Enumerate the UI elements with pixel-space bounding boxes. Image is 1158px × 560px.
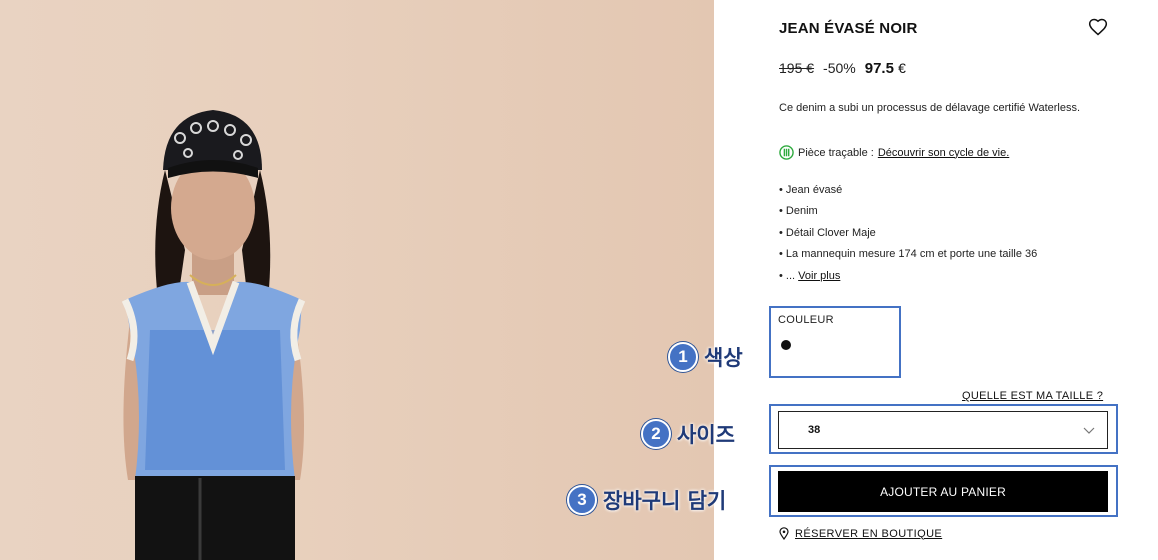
chevron-down-icon bbox=[1083, 427, 1095, 434]
location-pin-icon bbox=[779, 527, 789, 540]
annotation-text: 사이즈 bbox=[677, 423, 735, 447]
annotation-number: 3 bbox=[567, 485, 597, 515]
sale-price-value: 97.5 bbox=[864, 60, 894, 77]
old-price: 195 € bbox=[779, 60, 815, 76]
annotation-cart: 3 장바구니 담기 bbox=[567, 485, 726, 515]
list-item: Détail Clover Maje bbox=[779, 223, 1037, 244]
size-selected-value: 38 bbox=[808, 424, 821, 436]
traceable-label: Pièce traçable : bbox=[798, 146, 874, 159]
more-ellipsis: ... bbox=[785, 269, 796, 282]
heart-icon[interactable] bbox=[1088, 17, 1108, 37]
annotation-number: 1 bbox=[668, 342, 698, 372]
annotation-number: 2 bbox=[641, 419, 671, 449]
leaf-icon bbox=[779, 145, 794, 160]
traceability-row: Pièce traçable : Découvrir son cycle de … bbox=[779, 145, 1009, 160]
size-select[interactable]: 38 bbox=[778, 411, 1108, 449]
lifecycle-link[interactable]: Découvrir son cycle de vie. bbox=[878, 147, 1009, 159]
annotation-size: 2 사이즈 bbox=[641, 419, 735, 449]
reserve-in-store-link[interactable]: RÉSERVER EN BOUTIQUE bbox=[779, 527, 942, 540]
discount-badge: -50% bbox=[823, 60, 856, 76]
see-more-link[interactable]: Voir plus bbox=[798, 270, 840, 282]
color-label: COULEUR bbox=[778, 314, 834, 326]
price-row: 195 € -50% 97.5 € bbox=[779, 60, 906, 77]
list-item: Denim bbox=[779, 201, 1037, 222]
product-title: JEAN ÉVASÉ NOIR bbox=[779, 20, 918, 37]
currency-symbol: € bbox=[898, 60, 906, 76]
product-description: Ce denim a subi un processus de délavage… bbox=[779, 102, 1081, 114]
product-details-panel: JEAN ÉVASÉ NOIR 195 € -50% 97.5 € Ce den… bbox=[714, 0, 1158, 560]
list-item: La mannequin mesure 174 cm et porte une … bbox=[779, 244, 1037, 265]
annotation-color: 1 색상 bbox=[668, 342, 743, 372]
add-to-cart-button[interactable]: AJOUTER AU PANIER bbox=[778, 471, 1108, 512]
product-photo bbox=[0, 0, 714, 560]
sale-price: 97.5 € bbox=[865, 60, 906, 77]
annotation-text: 장바구니 담기 bbox=[603, 489, 727, 513]
list-item: Jean évasé bbox=[779, 180, 1037, 201]
feature-list: Jean évasé Denim Détail Clover Maje La m… bbox=[779, 180, 1037, 287]
list-item-more: ... Voir plus bbox=[779, 266, 1037, 287]
size-guide-link[interactable]: QUELLE EST MA TAILLE ? bbox=[962, 390, 1103, 402]
color-swatch-black[interactable] bbox=[781, 340, 791, 350]
annotation-text: 색상 bbox=[704, 346, 743, 370]
model-illustration bbox=[121, 110, 306, 560]
reserve-label: RÉSERVER EN BOUTIQUE bbox=[795, 527, 943, 540]
